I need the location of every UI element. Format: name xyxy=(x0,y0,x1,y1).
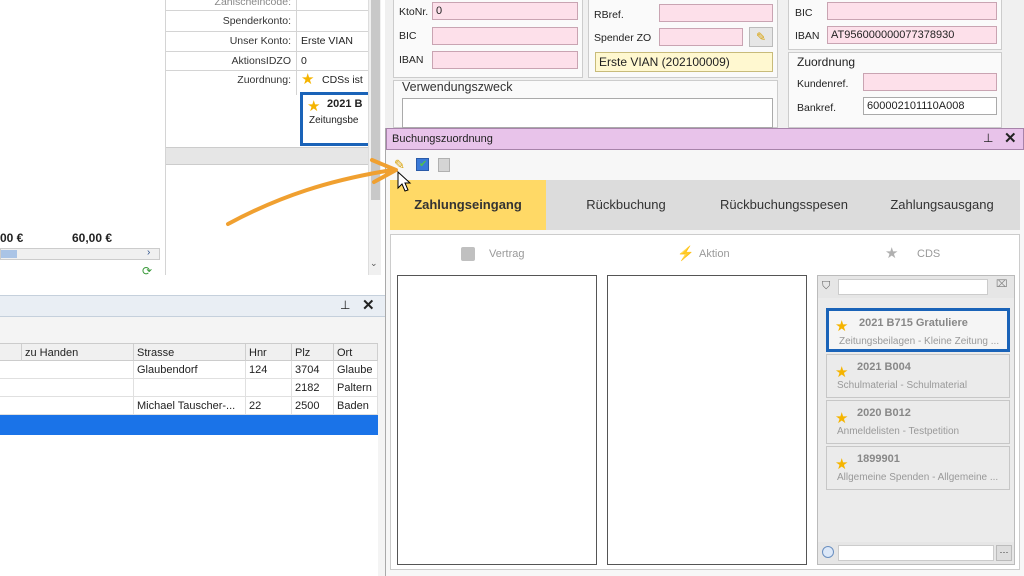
annotation-arrow xyxy=(226,168,394,226)
annotation-overlay xyxy=(226,158,412,226)
mouse-cursor-icon xyxy=(397,170,412,192)
